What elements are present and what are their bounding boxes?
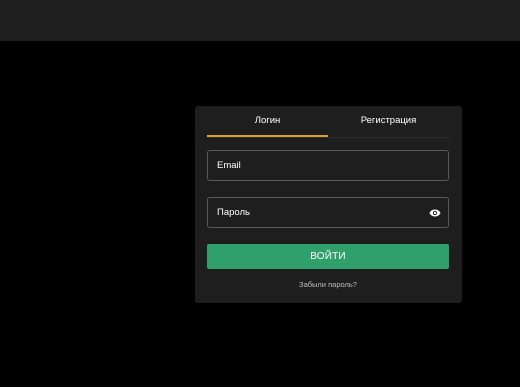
tab-register[interactable]: Регистрация (328, 106, 449, 136)
eye-icon[interactable] (429, 207, 441, 219)
active-tab-indicator (207, 135, 328, 137)
email-field[interactable] (208, 151, 448, 180)
password-field[interactable] (208, 198, 448, 227)
forgot-password-link[interactable]: Забыли пароль? (207, 280, 449, 289)
password-field-container (207, 197, 449, 228)
auth-tabs: Логин Регистрация (207, 106, 449, 138)
login-card: Логин Регистрация ВОЙТИ Забыли пароль? (195, 106, 462, 303)
login-submit-button[interactable]: ВОЙТИ (207, 244, 449, 269)
email-field-container (207, 150, 449, 181)
tab-login[interactable]: Логин (207, 106, 328, 136)
top-bar (0, 0, 520, 41)
